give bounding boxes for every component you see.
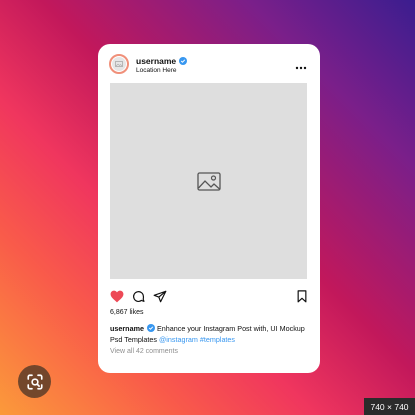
bookmark-icon[interactable] bbox=[297, 290, 307, 308]
visual-search-button[interactable] bbox=[18, 365, 51, 398]
verified-badge-icon bbox=[179, 57, 188, 65]
verified-badge-icon bbox=[146, 324, 155, 332]
caption-tags[interactable]: @instagram #templates bbox=[159, 335, 235, 344]
post-location[interactable]: Location Here bbox=[136, 67, 176, 74]
more-options-icon[interactable] bbox=[295, 58, 307, 70]
image-dimensions-label: 740 × 740 bbox=[364, 398, 415, 415]
avatar[interactable] bbox=[109, 54, 129, 74]
post-actions bbox=[110, 290, 308, 304]
avatar-image-icon bbox=[112, 57, 126, 71]
comment-icon[interactable] bbox=[132, 290, 145, 308]
visual-search-icon bbox=[26, 373, 43, 390]
username-text[interactable]: username bbox=[136, 56, 176, 66]
likes-count[interactable]: 6,867 likes bbox=[110, 309, 143, 316]
share-icon[interactable] bbox=[153, 290, 167, 308]
instagram-post-card: username Location Here 6,867 likes usern… bbox=[98, 44, 320, 373]
caption-username[interactable]: username bbox=[110, 324, 144, 333]
heart-icon[interactable] bbox=[110, 290, 124, 308]
image-placeholder-icon bbox=[196, 171, 221, 191]
post-caption: username Enhance your Instagram Post wit… bbox=[110, 324, 310, 345]
post-username[interactable]: username bbox=[136, 56, 188, 66]
view-comments-link[interactable]: View all 42 comments bbox=[110, 348, 178, 355]
post-image[interactable] bbox=[110, 83, 307, 279]
